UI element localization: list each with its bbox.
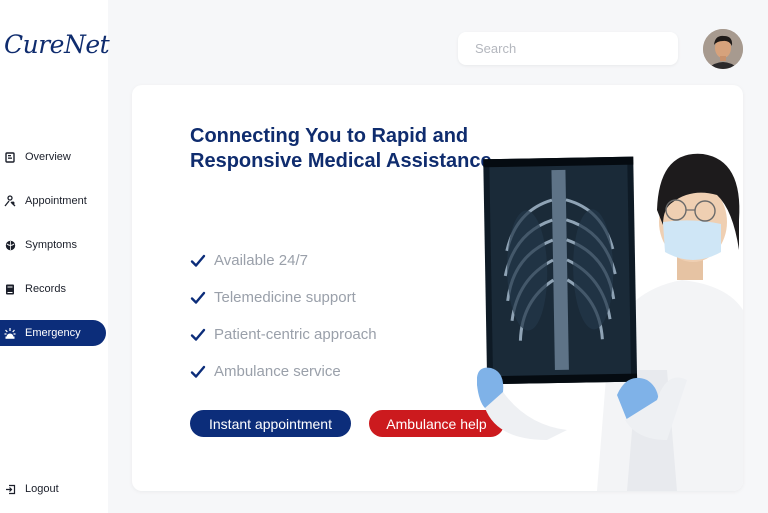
symptoms-icon [4,239,16,251]
feature-item: Patient-centric approach [190,316,377,353]
sidebar-item-label: Appointment [25,195,87,207]
check-icon [190,254,206,267]
feature-item: Ambulance service [190,353,377,390]
sidebar-item-appointment[interactable]: Appointment [0,188,106,214]
sidebar-item-label: Symptoms [25,239,77,251]
overview-icon [4,151,16,163]
instant-appointment-button[interactable]: Instant appointment [190,410,351,437]
sidebar-item-emergency[interactable]: Emergency [0,320,106,346]
feature-list: Available 24/7 Telemedicine support Pati… [190,242,377,390]
app-logo[interactable]: CureNet [4,30,110,74]
sidebar-item-label: Records [25,283,66,295]
hero-card: Connecting You to Rapid and Responsive M… [132,85,743,491]
doctor-xray-image [477,153,743,491]
logout-label: Logout [25,483,59,495]
emergency-icon [4,327,16,339]
sidebar-item-overview[interactable]: Overview [0,144,106,170]
check-icon [190,328,206,341]
feature-item: Telemedicine support [190,279,377,316]
logout-icon [4,483,16,495]
sidebar: CureNet Overview Appointment Symptoms Re… [0,0,110,513]
feature-text: Available 24/7 [214,252,308,269]
check-icon [190,365,206,378]
appointment-icon [4,195,16,207]
feature-text: Ambulance service [214,363,341,380]
logout-button[interactable]: Logout [0,476,106,502]
sidebar-item-label: Emergency [25,327,81,339]
sidebar-item-symptoms[interactable]: Symptoms [0,232,106,258]
sidebar-item-label: Overview [25,151,71,163]
search-input[interactable] [458,32,678,65]
sidebar-item-records[interactable]: Records [0,276,106,302]
feature-text: Patient-centric approach [214,326,377,343]
check-icon [190,291,206,304]
feature-item: Available 24/7 [190,242,377,279]
hero-headline: Connecting You to Rapid and Responsive M… [190,125,492,172]
user-avatar[interactable] [703,29,743,69]
feature-text: Telemedicine support [214,289,356,306]
records-icon [4,283,16,295]
